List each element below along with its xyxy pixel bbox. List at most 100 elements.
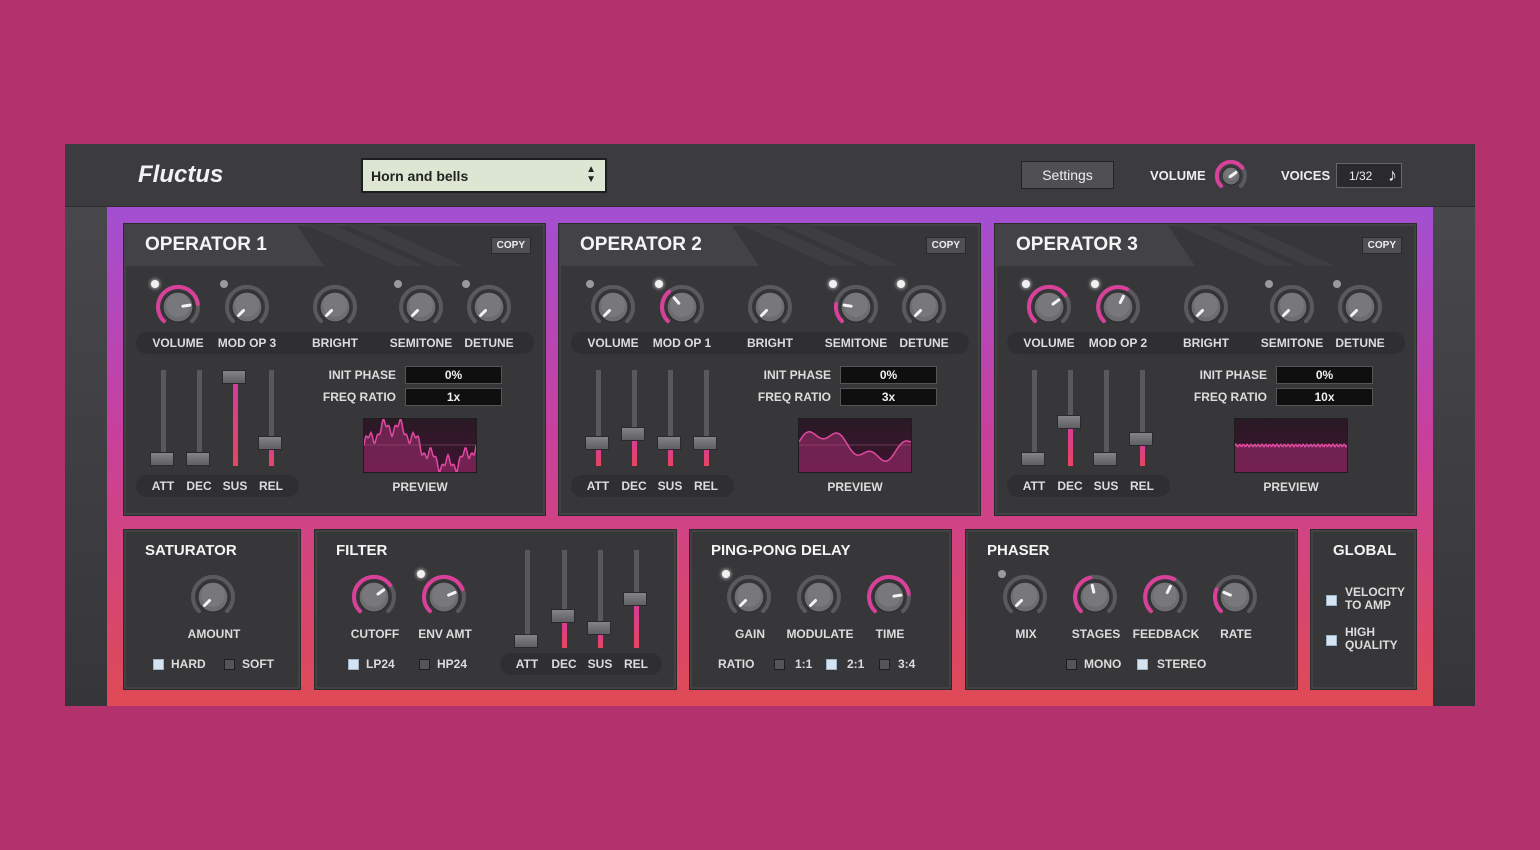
fader-label-rel: REL (694, 479, 718, 493)
fader-dec[interactable] (621, 370, 647, 466)
detune-knob[interactable] (1337, 284, 1383, 335)
fader-dec[interactable] (1057, 370, 1083, 466)
init-phase-field[interactable]: 0% (1276, 366, 1373, 384)
fader-handle[interactable] (621, 427, 645, 442)
semitone-knob[interactable] (1269, 284, 1315, 335)
copy-button[interactable]: COPY (925, 237, 966, 254)
feedback-knob[interactable] (1142, 574, 1188, 625)
freq-ratio-field[interactable]: 3x (840, 388, 937, 406)
fader-rel[interactable] (1129, 370, 1155, 466)
hard-label: HARD (171, 657, 206, 671)
fader-handle[interactable] (693, 435, 717, 450)
fader-handle[interactable] (551, 608, 575, 623)
fader-handle[interactable] (258, 435, 282, 450)
mod-op-3-label: MOD OP 3 (217, 336, 277, 350)
init-phase-label: INIT PHASE (1199, 368, 1267, 382)
hp24-checkbox[interactable] (419, 659, 430, 670)
volume-knob[interactable] (1026, 284, 1072, 335)
filter-fader-sus[interactable] (587, 550, 613, 648)
copy-button[interactable]: COPY (1361, 237, 1402, 254)
soft-checkbox[interactable] (224, 659, 235, 670)
init-phase-field[interactable]: 0% (840, 366, 937, 384)
filter-fader-rel[interactable] (623, 550, 649, 648)
bright-knob[interactable] (747, 284, 793, 335)
stereo-label: STEREO (1157, 657, 1207, 671)
gain-knob[interactable] (726, 574, 772, 625)
filter-fader-att[interactable] (514, 550, 540, 648)
voices-selector[interactable]: 1/32 ♪ (1336, 163, 1402, 188)
fader-handle[interactable] (1021, 452, 1045, 466)
mix-knob[interactable] (1002, 574, 1048, 625)
ping-pong-delay-panel: PING-PONG DELAY GAIN MODULATE TIME RATIO… (689, 529, 952, 690)
fader-att[interactable] (150, 370, 176, 466)
volume-knob[interactable] (155, 284, 201, 335)
fader-sus[interactable] (222, 370, 248, 466)
fader-handle[interactable] (585, 435, 609, 450)
mono-checkbox[interactable] (1066, 659, 1077, 670)
mod-op-2-knob[interactable] (1095, 284, 1141, 335)
detune-knob[interactable] (466, 284, 512, 335)
fader-dec[interactable] (186, 370, 212, 466)
modulate-knob[interactable] (796, 574, 842, 625)
filter-fader-label-rel: REL (624, 657, 648, 671)
freq-ratio-field[interactable]: 10x (1276, 388, 1373, 406)
fader-handle[interactable] (186, 452, 210, 466)
waveform-graph (364, 419, 476, 472)
semitone-knob[interactable] (833, 284, 879, 335)
fader-att[interactable] (1021, 370, 1047, 466)
freq-ratio-field[interactable]: 1x (405, 388, 502, 406)
semitone-knob[interactable] (398, 284, 444, 335)
velocity-line-2: TO AMP (1345, 598, 1392, 612)
bright-knob[interactable] (1183, 284, 1229, 335)
ratio-1-1-label: 1:1 (795, 657, 813, 671)
env-amt-knob[interactable] (421, 574, 467, 625)
copy-button[interactable]: COPY (490, 237, 531, 254)
settings-button[interactable]: Settings (1021, 161, 1114, 189)
cutoff-knob[interactable] (351, 574, 397, 625)
filter-fader-dec[interactable] (551, 550, 577, 648)
fader-handle[interactable] (222, 370, 246, 384)
volume-knob[interactable] (590, 284, 636, 335)
fader-handle[interactable] (587, 621, 611, 636)
preset-dropdown[interactable]: Horn and bells ▲ ▼ (361, 158, 607, 193)
mod-op-1-knob[interactable] (659, 284, 705, 335)
operator-panel-1: OPERATOR 1 COPY VOLUME MOD OP 3 BRIGHT SEMI… (123, 223, 546, 516)
stereo-checkbox[interactable] (1137, 659, 1148, 670)
detune-knob[interactable] (901, 284, 947, 335)
global-title: GLOBAL (1333, 542, 1397, 559)
master-volume-knob[interactable] (1214, 159, 1248, 198)
fader-handle[interactable] (1129, 431, 1153, 446)
fader-rel[interactable] (693, 370, 719, 466)
plugin-header: Fluctus Horn and bells ▲ ▼ Settings VOLUM… (65, 144, 1475, 207)
fader-handle[interactable] (657, 435, 681, 450)
saturator-panel: SATURATOR AMOUNT HARD SOFT (123, 529, 301, 690)
stages-knob[interactable] (1072, 574, 1118, 625)
ratio-2-1-checkbox[interactable] (826, 659, 837, 670)
hard-checkbox[interactable] (153, 659, 164, 670)
fader-handle[interactable] (1093, 452, 1117, 466)
operator-panel-2: OPERATOR 2 COPY VOLUME MOD OP 1 BRIGHT SEMI… (558, 223, 981, 516)
rate-knob[interactable] (1212, 574, 1258, 625)
operator-panel-3: OPERATOR 3 COPY VOLUME MOD OP 2 BRIGHT SEMI… (994, 223, 1417, 516)
hq-line-2: QUALITY (1345, 638, 1398, 652)
velocity-to-amp-checkbox[interactable] (1326, 595, 1337, 606)
lp24-checkbox[interactable] (348, 659, 359, 670)
fader-handle[interactable] (623, 592, 647, 606)
env-amt-label: ENV AMT (418, 627, 472, 641)
fader-sus[interactable] (1093, 370, 1119, 466)
fader-att[interactable] (585, 370, 611, 466)
init-phase-field[interactable]: 0% (405, 366, 502, 384)
ratio-1-1-checkbox[interactable] (774, 659, 785, 670)
saturator-amount-knob[interactable] (190, 574, 236, 625)
fader-handle[interactable] (514, 634, 538, 648)
fader-handle[interactable] (1057, 415, 1081, 430)
bright-knob[interactable] (312, 284, 358, 335)
fader-handle[interactable] (150, 452, 174, 466)
time-knob[interactable] (866, 574, 912, 625)
high-quality-checkbox[interactable] (1326, 635, 1337, 646)
preview-label: PREVIEW (827, 480, 883, 494)
fader-rel[interactable] (258, 370, 284, 466)
ratio-3-4-checkbox[interactable] (879, 659, 890, 670)
fader-sus[interactable] (657, 370, 683, 466)
mod-op-3-knob[interactable] (224, 284, 270, 335)
